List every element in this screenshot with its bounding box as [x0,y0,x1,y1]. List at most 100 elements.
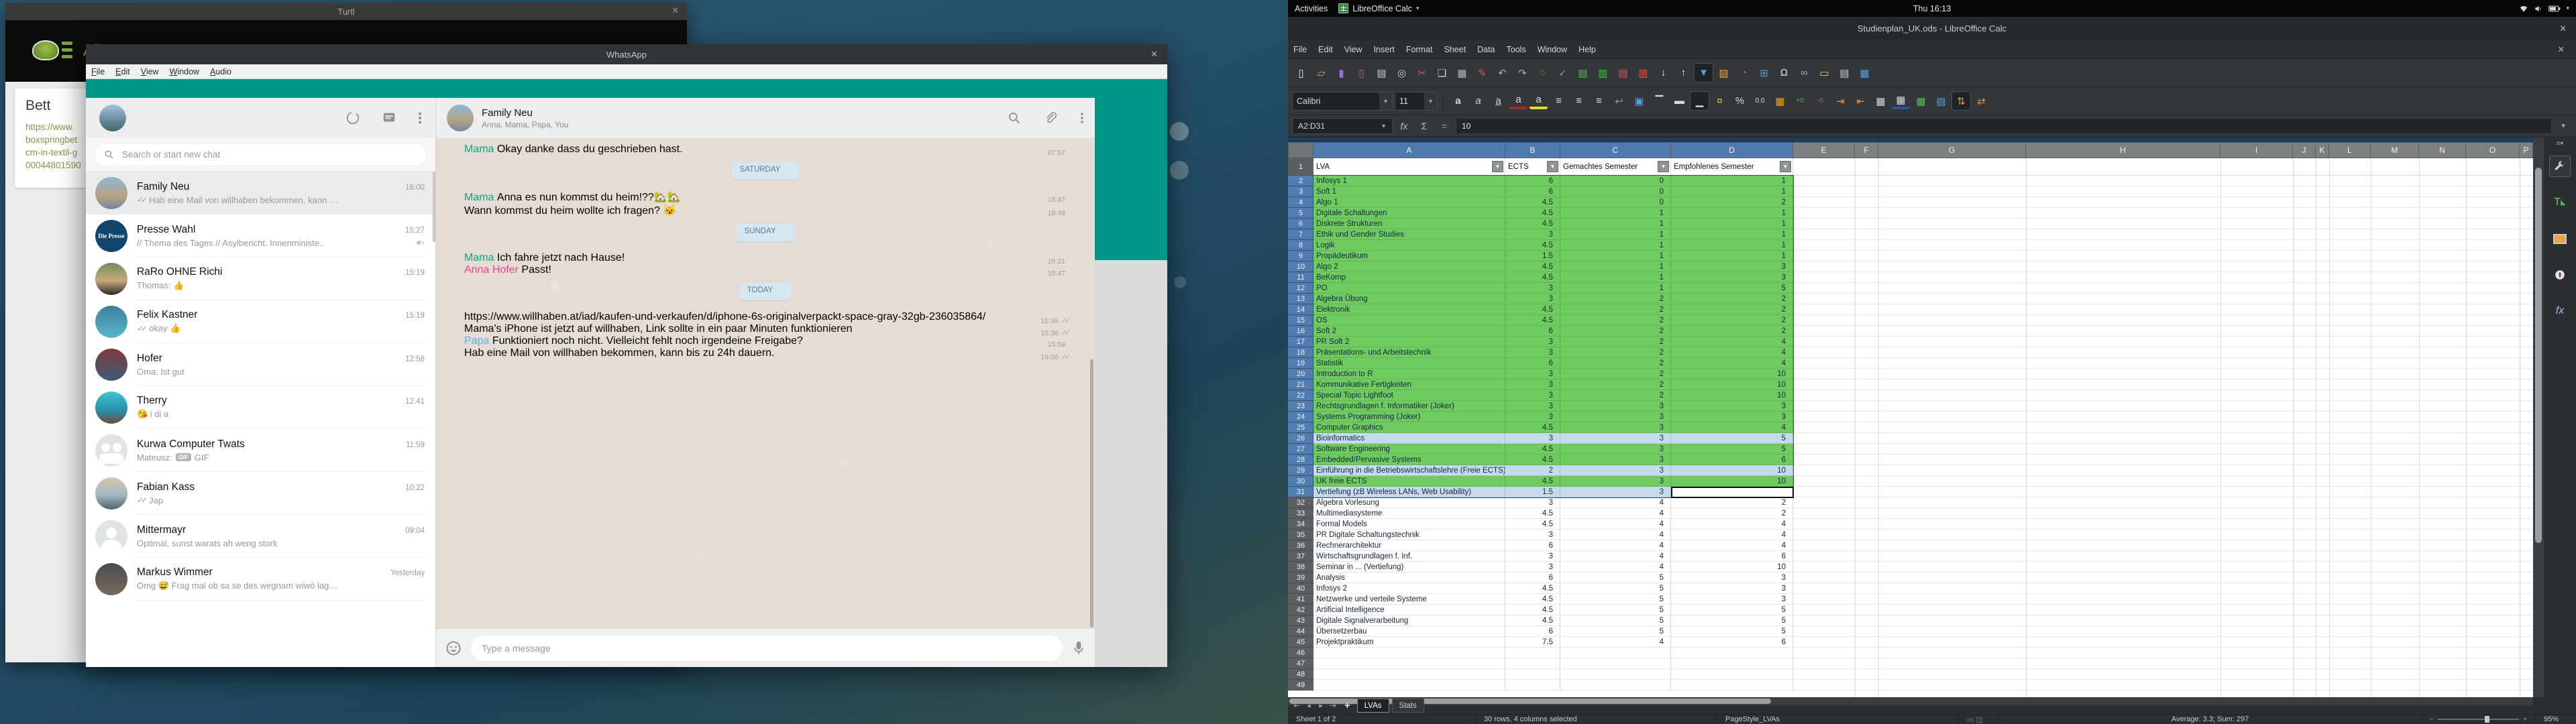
cell-lva[interactable]: Multimediasysteme [1313,508,1505,519]
toolbar-icon[interactable]: 0.0 [1751,92,1769,110]
cell-ects[interactable]: 4.5 [1505,208,1560,219]
row-header[interactable]: 9 [1288,251,1313,261]
toolbar-icon[interactable]: ▦ [1856,64,1874,82]
autofilter-button[interactable]: ▼ [1492,161,1503,172]
cell-gemachtes-semester[interactable]: 2 [1560,337,1671,347]
cell-ects[interactable]: 4.5 [1505,422,1560,433]
cell-gemachtes-semester[interactable]: 2 [1560,304,1671,315]
row-header[interactable]: 30 [1288,476,1313,487]
row-header[interactable]: 44 [1288,626,1313,637]
cell-lva[interactable]: Soft 1 [1313,186,1505,197]
calc-menu-item[interactable]: Sheet [1444,45,1466,54]
toolbar-icon[interactable]: ✎ [1473,64,1491,82]
calc-titlebar[interactable]: Studienplan_UK.ods - LibreOffice Calc ✕ [1288,17,2576,40]
cell-gemachtes-semester[interactable]: 4 [1560,530,1671,540]
cell-empfohlenes-semester[interactable]: 4 [1671,358,1793,369]
chat-list-item[interactable]: Family Neu 16:00 ✓✓ Hab eine Mail von wi… [86,172,435,215]
cell-gemachtes-semester[interactable]: 1 [1560,283,1671,294]
insert-mode-icons[interactable]: ▭ ◫ [1959,715,1999,724]
column-header[interactable]: B [1505,142,1560,158]
cell-gemachtes-semester[interactable] [1560,680,1671,690]
cell-gemachtes-semester[interactable]: 3 [1560,412,1671,422]
row-header[interactable]: 28 [1288,455,1313,465]
first-sheet-icon[interactable]: ⇤ [1292,701,1301,710]
row-header[interactable]: 6 [1288,219,1313,229]
column-header[interactable]: E [1793,142,1855,158]
chat-list-item[interactable]: Markus Wimmer Yesterday Omg 😅 Frag mal o… [86,558,435,601]
cell-lva[interactable]: Digitale Signalverarbeitung [1313,615,1505,626]
cell-empfohlenes-semester[interactable]: 1 [1671,251,1793,261]
cell-lva[interactable]: Infosys 2 [1313,583,1505,594]
functions-deck-icon[interactable]: fx [2549,300,2571,322]
toolbar-icon[interactable]: ↩ [1610,92,1628,110]
cell-gemachtes-semester[interactable]: 5 [1560,626,1671,637]
attach-icon[interactable] [1044,111,1057,125]
cell-gemachtes-semester[interactable]: 5 [1560,583,1671,594]
cell-lva[interactable] [1313,680,1505,690]
cell-ects[interactable] [1505,648,1560,658]
cell-ects[interactable]: 3 [1505,433,1560,444]
row-header[interactable]: 48 [1288,669,1313,680]
cell-ects[interactable]: 4.5 [1505,272,1560,283]
toolbar-icon[interactable]: ▯ [1352,64,1371,82]
toolbar-icon[interactable]: ✂ [1413,64,1431,82]
zoom-knob[interactable] [2485,716,2489,723]
row-header[interactable]: 23 [1288,401,1313,412]
toolbar-icon[interactable]: ⇅ [1952,92,1970,110]
whatsapp-menu-item[interactable]: View [141,67,159,76]
cell-ects[interactable]: 1.5 [1505,251,1560,261]
row-header[interactable]: 7 [1288,229,1313,240]
row-header[interactable]: 21 [1288,379,1313,390]
cell-gemachtes-semester[interactable] [1560,648,1671,658]
column-header[interactable]: L [2329,142,2371,158]
toolbar-icon[interactable]: ▯ [1292,64,1310,82]
cell-empfohlenes-semester[interactable]: 6 [1671,637,1793,648]
cell-ects[interactable]: 3 [1505,369,1560,379]
select-all-corner[interactable] [1288,142,1313,158]
toolbar-icon[interactable]: ▁ [1690,92,1709,110]
row-header[interactable]: 38 [1288,562,1313,572]
cell-gemachtes-semester[interactable]: 4 [1560,637,1671,648]
cell-gemachtes-semester[interactable]: 4 [1560,540,1671,551]
whatsapp-menu-item[interactable]: File [91,67,105,76]
cell-lva[interactable]: BeKomp [1313,272,1505,283]
toolbar-icon[interactable]: ¤ [1711,92,1729,110]
column-header[interactable]: K [2316,142,2329,158]
cell-empfohlenes-semester[interactable]: 1 [1671,229,1793,240]
cell-empfohlenes-semester[interactable]: 3 [1671,401,1793,412]
cell-gemachtes-semester[interactable]: 1 [1560,261,1671,272]
cell-gemachtes-semester[interactable]: 3 [1560,465,1671,476]
column-header[interactable]: F [1855,142,1878,158]
sheet-tab-lvas[interactable]: LVAs [1357,699,1389,713]
cell-empfohlenes-semester[interactable]: 5 [1671,444,1793,455]
toolbar-icon[interactable]: ▥ [1634,64,1652,82]
row-header[interactable]: 47 [1288,658,1313,669]
row-header[interactable]: 19 [1288,358,1313,369]
cell-lva[interactable]: PO [1313,283,1505,294]
cell-empfohlenes-semester[interactable]: 3 [1671,583,1793,594]
cell-ects[interactable]: 6 [1505,572,1560,583]
cell-gemachtes-semester[interactable]: 2 [1560,379,1671,390]
cell-lva[interactable]: Seminar in ... (Vertiefung) [1313,562,1505,572]
cell-gemachtes-semester[interactable]: 0 [1560,186,1671,197]
cell-ects[interactable]: 6 [1505,186,1560,197]
row-header[interactable]: 1 [1288,158,1313,176]
cell-lva[interactable] [1313,648,1505,658]
cell-ects[interactable]: 4.5 [1505,219,1560,229]
cell-gemachtes-semester[interactable]: 3 [1560,433,1671,444]
whatsapp-menu-item[interactable]: Edit [115,67,130,76]
cell-ects[interactable]: 4.5 [1505,594,1560,605]
cell-gemachtes-semester[interactable]: 4 [1560,497,1671,508]
search-input[interactable]: Search or start new chat [94,143,427,166]
cell-empfohlenes-semester[interactable]: 2 [1671,294,1793,304]
toolbar-icon[interactable]: ▣ [1630,92,1648,110]
toolbar-icon[interactable]: ≡ [1570,92,1588,110]
column-header[interactable]: I [2220,142,2293,158]
zoom-percentage[interactable]: 95% [2536,715,2576,724]
previous-sheet-icon[interactable]: ◂ [1304,701,1313,710]
cell-empfohlenes-semester[interactable]: 5 [1671,433,1793,444]
toolbar-icon[interactable]: ▥ [1594,64,1612,82]
calc-close-button[interactable]: ✕ [2559,23,2567,34]
cell-empfohlenes-semester[interactable]: 4 [1671,540,1793,551]
cell-gemachtes-semester[interactable]: 4 [1560,508,1671,519]
